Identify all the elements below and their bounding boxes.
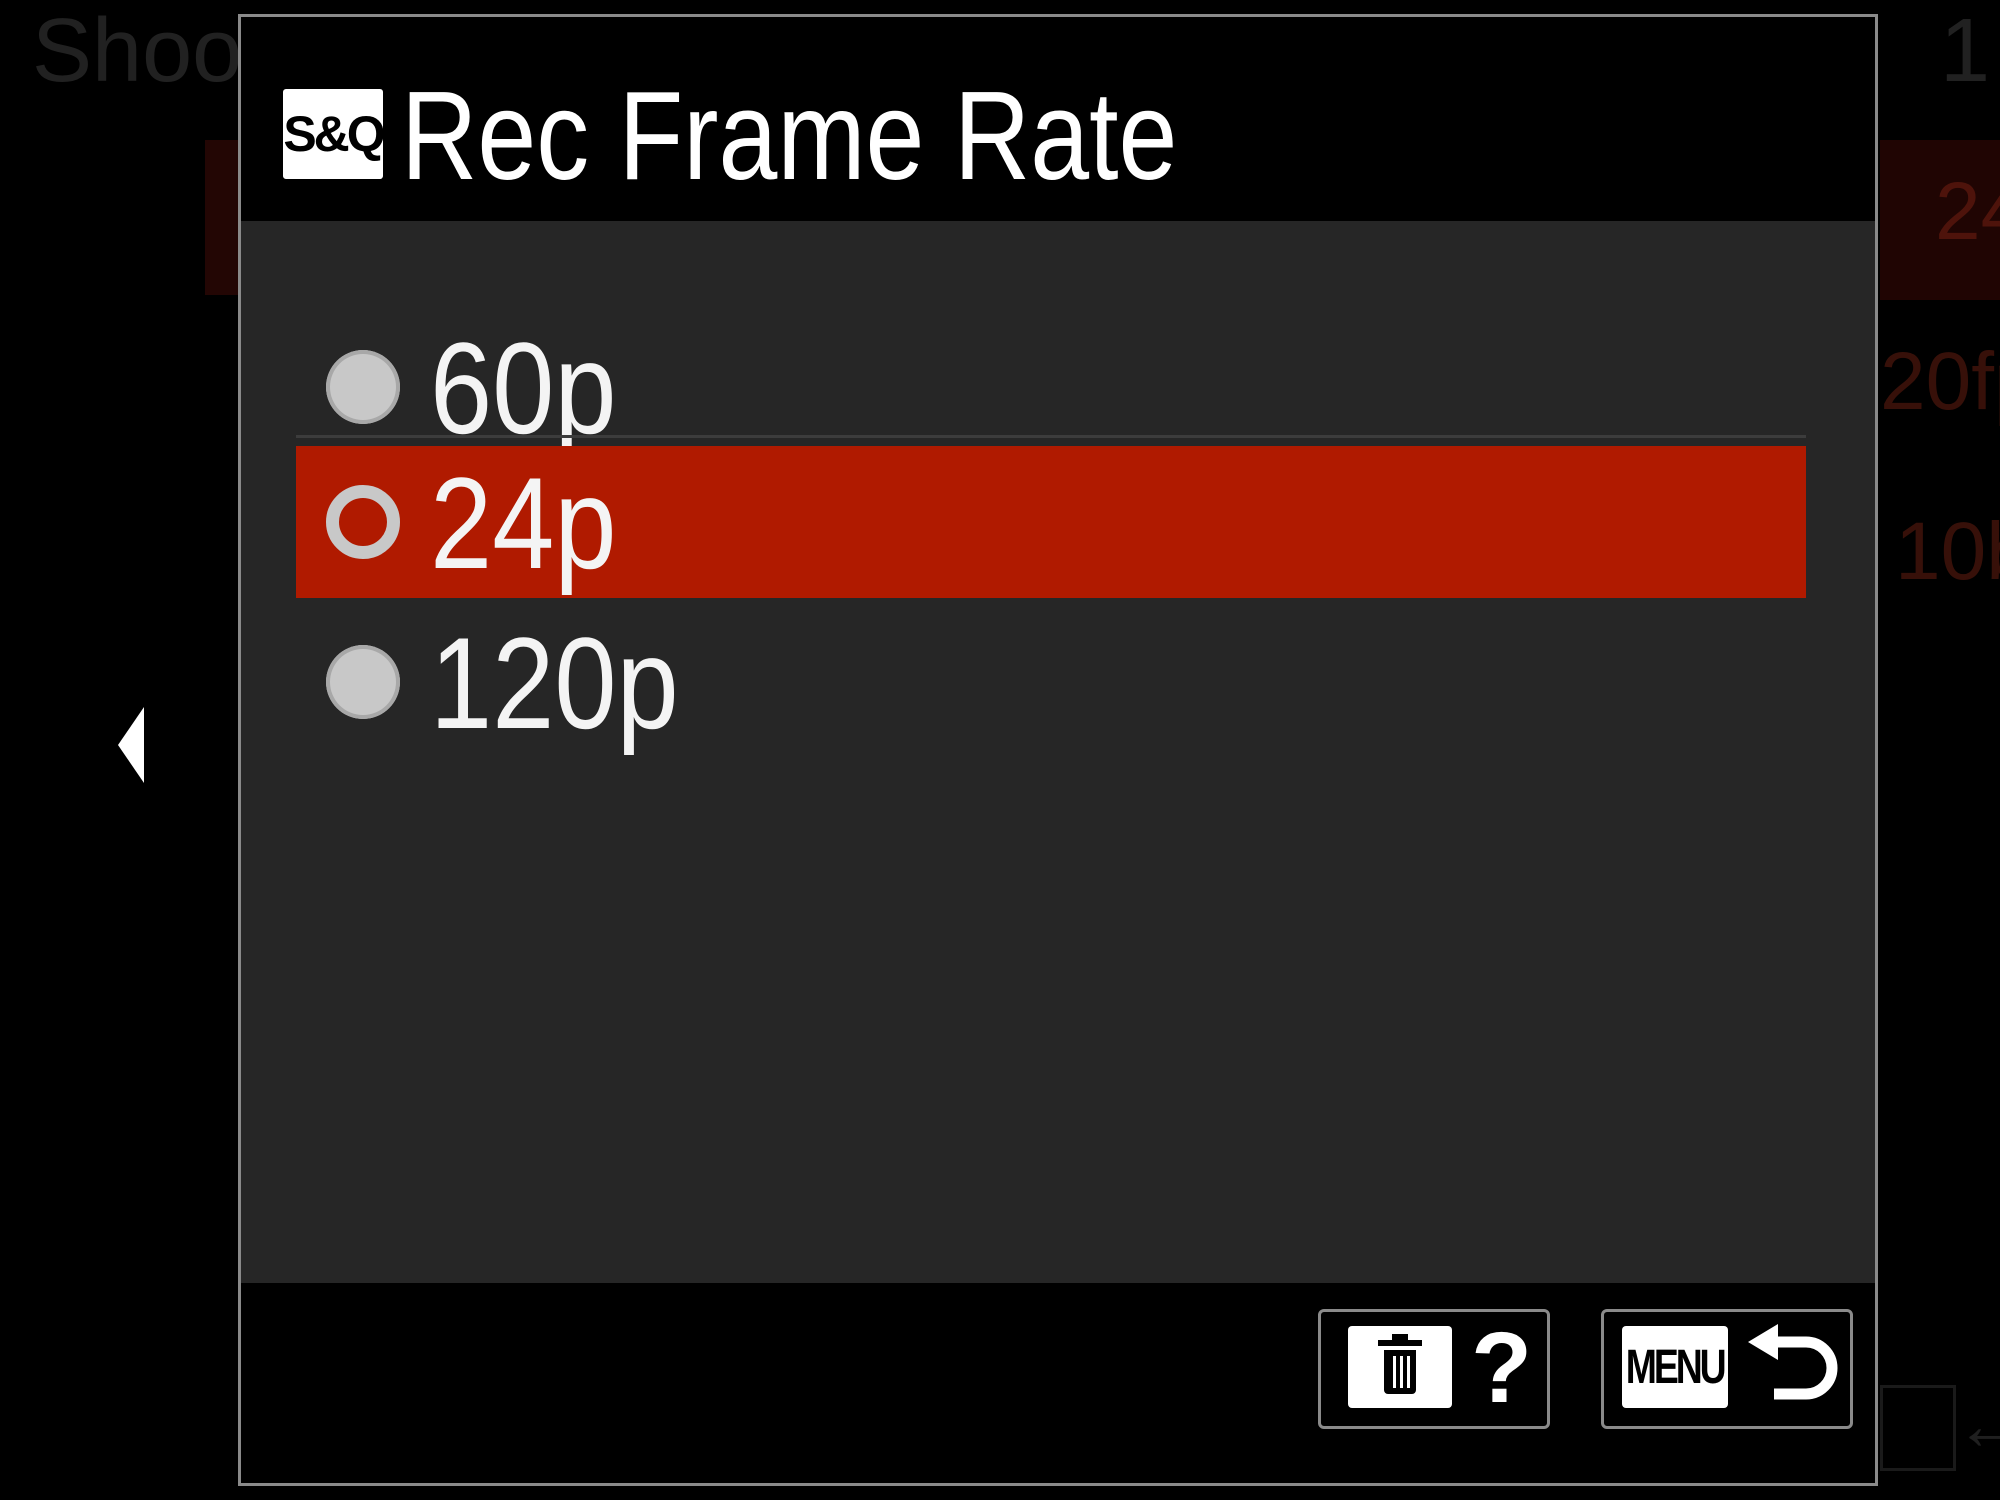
- dialog-header: S&Q Rec Frame Rate: [241, 17, 1875, 221]
- option-list: 60p 24p 120p: [241, 221, 1875, 1286]
- menu-label: MENU: [1626, 1340, 1727, 1394]
- dialog-footer: ? MENU: [241, 1283, 1875, 1483]
- trash-icon: [1348, 1326, 1452, 1408]
- menu-icon: MENU: [1622, 1326, 1728, 1408]
- radio-selected-icon: [326, 485, 400, 559]
- option-label: 120p: [430, 610, 679, 756]
- option-24p[interactable]: 24p: [296, 446, 1806, 598]
- back-button[interactable]: MENU: [1601, 1309, 1853, 1429]
- option-120p[interactable]: 120p: [296, 606, 1806, 758]
- return-arrow-icon: [1748, 1324, 1838, 1400]
- background-value-1: 24: [1935, 166, 2000, 257]
- background-menu-icon: [1880, 1385, 1956, 1471]
- dialog-title: Rec Frame Rate: [401, 65, 1178, 206]
- background-value-2: 20fp: [1880, 336, 2000, 427]
- option-60p[interactable]: 60p: [296, 311, 1806, 463]
- sq-mode-icon: S&Q: [283, 89, 386, 179]
- help-button[interactable]: ?: [1318, 1309, 1550, 1429]
- help-question-mark: ?: [1471, 1312, 1533, 1424]
- rec-frame-rate-dialog: S&Q Rec Frame Rate 60p 24p 120p ? MENU: [238, 14, 1878, 1486]
- background-return-icon: ←: [1955, 1386, 2000, 1464]
- option-label: 24p: [430, 450, 617, 596]
- divider: [296, 435, 1806, 438]
- option-label: 60p: [430, 315, 617, 461]
- radio-unselected-icon: [326, 645, 400, 719]
- radio-unselected-icon: [326, 350, 400, 424]
- chevron-left-icon[interactable]: [118, 707, 144, 783]
- background-page-indicator: 1: [1940, 1, 1991, 101]
- background-value-3: 10b: [1895, 506, 2000, 597]
